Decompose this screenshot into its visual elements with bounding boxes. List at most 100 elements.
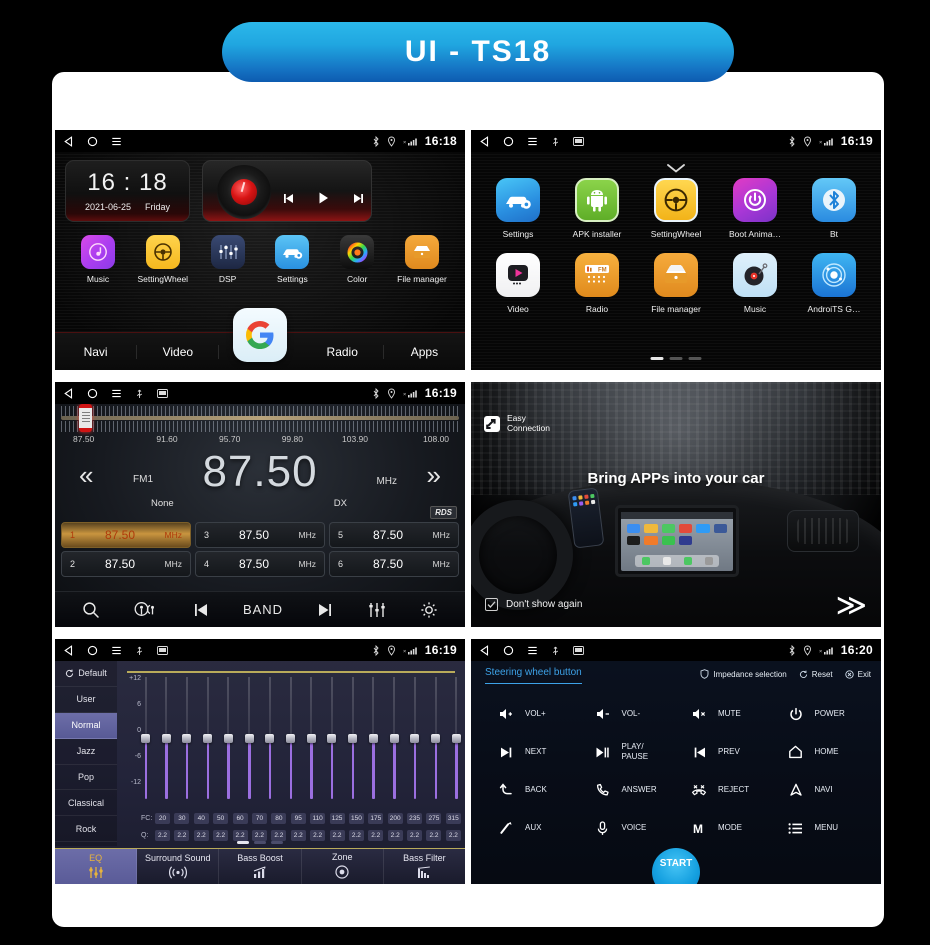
eq-fc-cell[interactable]: 60 — [232, 813, 248, 824]
eq-slider-knob[interactable] — [161, 734, 171, 744]
eq-preset-jazz[interactable]: Jazz — [55, 739, 117, 765]
eq-fc-cell[interactable]: 70 — [251, 813, 267, 824]
eq-tab-zone[interactable]: Zone — [302, 849, 384, 884]
prev-track-icon[interactable] — [192, 602, 210, 618]
back-triangle-icon[interactable] — [63, 135, 74, 147]
swc-button-home[interactable]: HOME — [773, 733, 870, 771]
eq-q-cell[interactable]: 2.2 — [407, 830, 423, 841]
menu-lines-icon[interactable] — [527, 136, 538, 147]
eq-preset-rock[interactable]: Rock — [55, 816, 117, 843]
eq-q-cell[interactable]: 2.2 — [348, 830, 364, 841]
media-widget[interactable] — [202, 160, 372, 222]
swc-button-answer[interactable]: ANSWER — [580, 771, 677, 809]
eq-slider-knob[interactable] — [182, 734, 192, 744]
eq-fc-cell[interactable]: 30 — [174, 813, 190, 824]
page-dot[interactable] — [688, 357, 702, 360]
dock-item-video[interactable]: Video — [137, 344, 220, 359]
eq-fc-cell[interactable]: 80 — [271, 813, 287, 824]
eq-tab-bass-boost[interactable]: Bass Boost — [219, 849, 302, 884]
eq-fc-cell[interactable]: 95 — [290, 813, 306, 824]
eq-slider-band-2[interactable] — [161, 677, 171, 799]
eq-preset-normal[interactable]: Normal — [55, 712, 117, 739]
eq-preset-pop[interactable]: Pop — [55, 765, 117, 791]
drawer-page-dots[interactable] — [650, 357, 702, 360]
dial-cursor-handle[interactable] — [79, 404, 92, 432]
eq-slider-knob[interactable] — [306, 734, 316, 744]
eq-preset-default[interactable]: Default — [55, 661, 117, 687]
page-dot[interactable] — [669, 357, 683, 360]
swc-title[interactable]: Steering wheel button — [485, 667, 582, 684]
eq-q-cell[interactable]: 2.2 — [368, 830, 384, 841]
gear-icon[interactable] — [420, 601, 438, 619]
home-circle-icon[interactable] — [503, 136, 514, 147]
preset-button-4[interactable]: 4 87.50 MHz — [195, 551, 325, 577]
home-app-music[interactable]: Music — [67, 235, 129, 284]
eq-slider-knob[interactable] — [141, 734, 150, 744]
eq-q-cell[interactable]: 2.2 — [426, 830, 442, 841]
tune-up-button[interactable]: » — [427, 460, 441, 491]
eq-slider-band-1[interactable] — [141, 677, 150, 799]
home-app-color[interactable]: Color — [326, 235, 388, 284]
swc-button-back[interactable]: BACK — [483, 771, 580, 809]
home-circle-icon[interactable] — [87, 136, 98, 147]
eq-slider-band-8[interactable] — [286, 677, 296, 799]
eq-fc-cell[interactable]: 315 — [445, 813, 461, 824]
swc-button-volume-up[interactable]: VOL+ — [483, 695, 580, 733]
search-icon[interactable] — [82, 601, 100, 619]
drawer-app-bt[interactable]: Bt — [801, 178, 867, 239]
eq-q-cell[interactable]: 2.2 — [271, 830, 287, 841]
eq-slider-band-15[interactable] — [431, 677, 441, 799]
dock-item-apps[interactable]: Apps — [384, 345, 465, 359]
preset-button-6[interactable]: 6 87.50 MHz — [329, 551, 459, 577]
page-dot[interactable] — [650, 357, 664, 360]
page-dot[interactable] — [237, 841, 249, 844]
drawer-app-settingwheel[interactable]: SettingWheel — [643, 178, 709, 239]
back-triangle-icon[interactable] — [63, 644, 74, 656]
radio-band-button[interactable]: BAND — [243, 602, 283, 617]
easy-next-button[interactable]: ≫ — [836, 591, 867, 621]
prev-track-icon[interactable] — [282, 192, 295, 205]
eq-slider-knob[interactable] — [348, 734, 358, 744]
eq-slider-knob[interactable] — [368, 734, 378, 744]
dock-item-navi[interactable]: Navi — [55, 344, 138, 359]
eq-q-cell[interactable]: 2.2 — [387, 830, 403, 841]
clock-widget[interactable]: 16 : 18 2021-06-25 Friday — [65, 160, 190, 222]
eq-fc-cell[interactable]: 150 — [348, 813, 364, 824]
eq-slider-knob[interactable] — [410, 734, 420, 744]
tune-down-button[interactable]: « — [79, 460, 93, 491]
eq-slider-band-10[interactable] — [327, 677, 337, 799]
drawer-app-settings[interactable]: Settings — [485, 178, 551, 239]
preset-button-3[interactable]: 3 87.50 MHz — [195, 522, 325, 548]
eq-q-cell[interactable]: 2.2 — [155, 830, 170, 841]
exit-button[interactable]: Exit — [845, 670, 871, 679]
eq-tab-surround-sound[interactable]: Surround Sound — [137, 849, 220, 884]
menu-lines-icon[interactable] — [111, 645, 122, 656]
page-dot[interactable] — [271, 841, 283, 844]
swc-button-mute[interactable]: MUTE — [676, 695, 773, 733]
next-track-icon[interactable] — [316, 602, 334, 618]
rds-badge[interactable]: RDS — [430, 506, 457, 519]
back-triangle-icon[interactable] — [63, 387, 74, 399]
drawer-app-video[interactable]: Video — [485, 253, 551, 314]
play-icon[interactable] — [317, 191, 330, 205]
eq-slider-knob[interactable] — [203, 734, 213, 744]
eq-slider-band-16[interactable] — [451, 677, 461, 799]
eq-q-cell[interactable]: 2.2 — [290, 830, 306, 841]
eq-slider-knob[interactable] — [431, 734, 441, 744]
eq-slider-band-11[interactable] — [348, 677, 358, 799]
swc-button-prev[interactable]: PREV — [676, 733, 773, 771]
dock-item-radio[interactable]: Radio — [302, 344, 384, 359]
eq-q-cell[interactable]: 2.2 — [213, 830, 229, 841]
eq-q-cell[interactable]: 2.2 — [310, 830, 326, 841]
eq-slider-band-12[interactable] — [368, 677, 378, 799]
drawer-app-radio[interactable]: FM Radio — [564, 253, 630, 314]
swc-button-power[interactable]: POWER — [773, 695, 870, 733]
drawer-app-filemanager[interactable]: File manager — [643, 253, 709, 314]
menu-lines-icon[interactable] — [527, 645, 538, 656]
next-track-icon[interactable] — [352, 192, 365, 205]
eq-slider-band-14[interactable] — [410, 677, 420, 799]
home-circle-icon[interactable] — [87, 388, 98, 399]
eq-slider-band-13[interactable] — [389, 677, 399, 799]
eq-q-cell[interactable]: 2.2 — [193, 830, 209, 841]
eq-q-cell[interactable]: 2.2 — [329, 830, 345, 841]
